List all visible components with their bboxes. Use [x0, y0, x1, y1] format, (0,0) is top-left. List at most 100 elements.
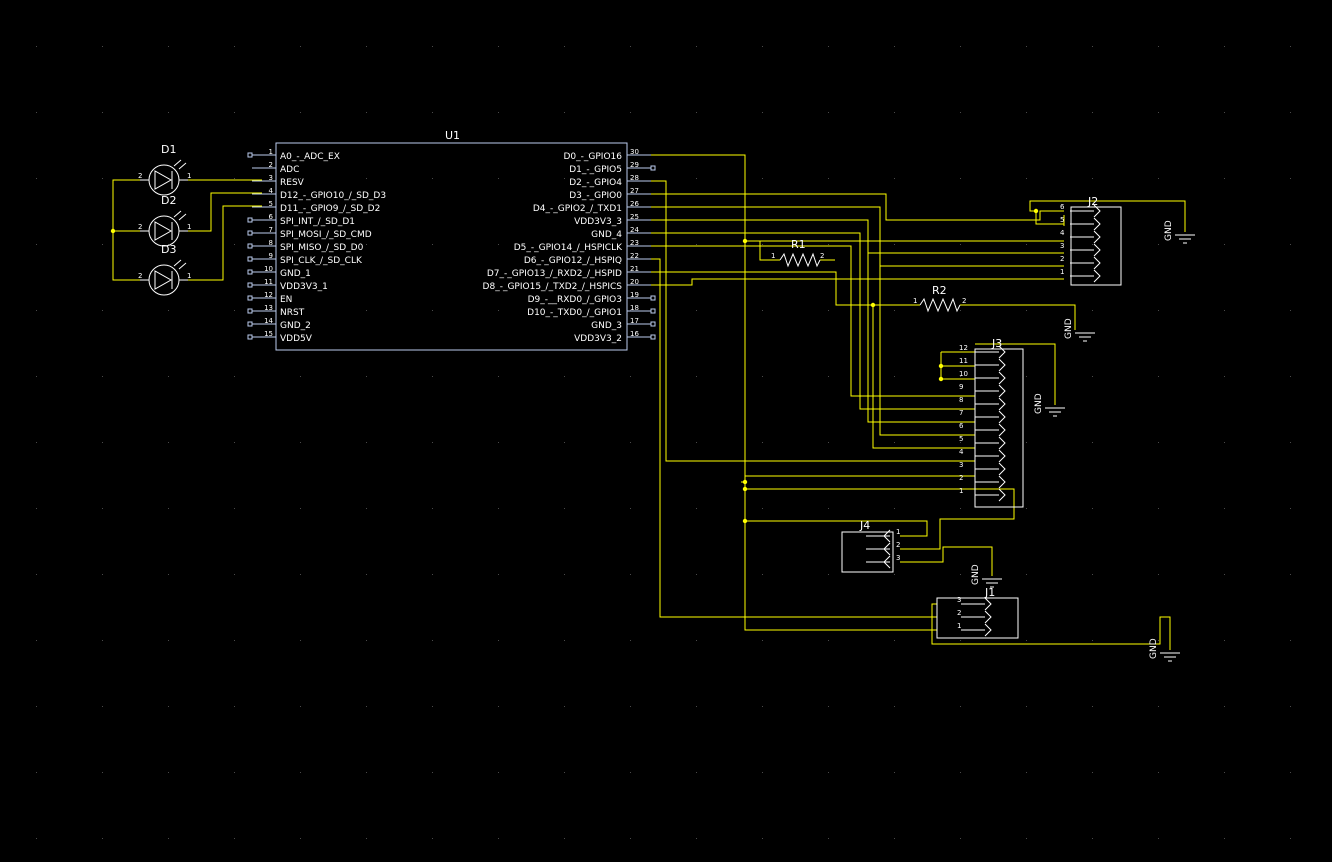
grid-dot	[366, 244, 367, 245]
u1-pin-17[interactable]: 17 GND_3	[591, 317, 656, 331]
wire-j4-pin2	[900, 488, 1015, 550]
u1-pin-29[interactable]: 29 D1_-_GPIO5	[569, 161, 656, 175]
connector-pin-1[interactable]: 1	[866, 528, 900, 543]
connector-pin-6[interactable]: 6	[1060, 203, 1101, 218]
grid-dot	[366, 772, 367, 773]
led-d3[interactable]: D3 2 1	[138, 243, 191, 296]
u1-left-pins: 1 A0_-_ADC_EX 2 ADC 3 RESV 4 D12_-_GPIO10_/_SD_…	[247, 148, 386, 344]
connector-pin-4[interactable]: 4	[1060, 229, 1101, 244]
wire-j1-pin3	[931, 603, 1171, 650]
u1-pin-28[interactable]: 28 D2_-_GPIO4	[569, 174, 651, 188]
u1-pin-3[interactable]: 3 RESV	[252, 174, 305, 188]
junction-dot	[110, 228, 116, 234]
pin-name: VDD3V3_2	[574, 334, 622, 344]
u1-pin-4[interactable]: 4 D12_-_GPIO10_/_SD_D3	[252, 187, 386, 201]
wire-pin28	[640, 180, 975, 462]
connector-pin-2[interactable]: 2	[1060, 255, 1101, 270]
u1-pin-16[interactable]: 16 VDD3V3_2	[574, 330, 656, 344]
led-d1[interactable]: D1 2 1	[138, 143, 191, 196]
led-d2[interactable]: D2 2 1	[138, 194, 191, 247]
connector-pin-6[interactable]: 6	[959, 422, 1006, 437]
j4-connector[interactable]: J4 1 2 3	[841, 519, 900, 573]
u1-pin-26[interactable]: 26 D4_-_GPIO2_/_TXD1	[533, 200, 651, 214]
grid-dot	[1224, 706, 1225, 707]
u1-pin-22[interactable]: 22 D6_-_GPIO12_/_HSPIQ	[524, 252, 651, 266]
connector-pin-11[interactable]: 11	[959, 357, 1006, 372]
u1-pin-8[interactable]: 8 SPI_MISO_/_SD_D0	[247, 239, 364, 253]
u1-pin-21[interactable]: 21 D7_-_GPIO13_/_RXD2_/_HSPID	[487, 265, 651, 279]
connector-pin-10[interactable]: 10	[959, 370, 1006, 385]
u1-pin-5[interactable]: 5 D11_-_GPIO9_/_SD_D2	[252, 200, 380, 214]
pin-number: 3	[957, 596, 961, 604]
u1-pin-10[interactable]: 10 GND_1	[247, 265, 311, 279]
connector-pin-2[interactable]: 2	[957, 609, 992, 624]
grid-dot	[366, 178, 367, 179]
connector-pin-1[interactable]: 1	[957, 622, 992, 637]
connector-pin-4[interactable]: 4	[959, 448, 1006, 463]
u1-pin-24[interactable]: 24 GND_4	[591, 226, 651, 240]
grid-dot	[168, 508, 169, 509]
grid-dot	[630, 112, 631, 113]
u1-pin-12[interactable]: 12 EN	[247, 291, 292, 305]
grid-dot	[168, 46, 169, 47]
connector-pin-2[interactable]: 2	[866, 541, 900, 556]
grid-dot	[1290, 442, 1291, 443]
u1-pin-15[interactable]: 15 VDD5V	[247, 330, 313, 344]
u1-pin-27[interactable]: 27 D3_-_GPIO0	[569, 187, 651, 201]
grid-dot	[36, 376, 37, 377]
grid-dot	[1092, 112, 1093, 113]
connector-pin-7[interactable]: 7	[959, 409, 1006, 424]
u1-pin-30[interactable]: 30 D0_-_GPIO16	[564, 148, 652, 162]
grid-dot	[1026, 376, 1027, 377]
pin-number: 9	[959, 383, 963, 391]
u1-pin-19[interactable]: 19 D9_-__RXD0_/_GPIO3	[528, 291, 656, 305]
pin-name: ADC	[280, 165, 299, 175]
u1-pin-14[interactable]: 14 GND_2	[247, 317, 311, 331]
u1-pin-23[interactable]: 23 D5_-_GPIO14_/_HSPICLK	[514, 239, 651, 253]
connector-pin-5[interactable]: 5	[1060, 216, 1101, 231]
connector-pin-3[interactable]: 3	[1060, 242, 1101, 257]
pin-name: SPI_CLK_/_SD_CLK	[280, 256, 363, 266]
led-body	[148, 215, 180, 247]
pin-name: D11_-_GPIO9_/_SD_D2	[280, 204, 380, 214]
grid-dot	[102, 310, 103, 311]
u1-pin-18[interactable]: 18 D10_-_TXD0_/_GPIO1	[527, 304, 656, 318]
u1-pin-11[interactable]: 11 VDD3V3_1	[247, 278, 328, 292]
schematic-canvas[interactable]: U1 1 A0_-_ADC_EX 2 ADC 3 RESV 4 D12_-_GPIO10_/_…	[0, 0, 1332, 862]
pin-name: EN	[280, 295, 292, 305]
r2-resistor[interactable]: R2 1 2	[913, 284, 966, 313]
grid-dot	[630, 442, 631, 443]
u1-pin-6[interactable]: 6 SPI_INT_/_SD_D1	[247, 213, 355, 227]
grid-dot	[36, 508, 37, 509]
j1-connector[interactable]: J1 3 2 1	[936, 586, 1019, 639]
grid-dot	[696, 112, 697, 113]
grid-dot	[234, 838, 235, 839]
u1-pin-1[interactable]: 1 A0_-_ADC_EX	[247, 148, 340, 162]
connector-pin-8[interactable]: 8	[959, 396, 1006, 411]
pin-number: 2	[896, 541, 900, 549]
pin-number: 5	[269, 200, 273, 208]
grid-dot	[762, 838, 763, 839]
u1-pin-20[interactable]: 20 D8_-_GPIO15_/_TXD2_/_HSPICS	[483, 278, 651, 292]
grid-dot	[1290, 178, 1291, 179]
wire-j2-top	[1029, 200, 1186, 232]
u1-ic[interactable]: U1 1 A0_-_ADC_EX 2 ADC 3 RESV 4 D12_-_GPIO10_/_…	[247, 129, 656, 351]
r1-resistor[interactable]: R1 1 2	[771, 238, 824, 268]
connector-pin-9[interactable]: 9	[959, 383, 1006, 398]
connector-pin-1[interactable]: 1	[1060, 268, 1101, 283]
u1-pin-25[interactable]: 25 VDD3V3_3	[574, 213, 651, 227]
r2-ref: R2	[932, 284, 947, 297]
grid-dot	[564, 46, 565, 47]
grid-dot	[762, 376, 763, 377]
u1-pin-7[interactable]: 7 SPI_MOSI_/_SD_CMD	[247, 226, 372, 240]
u1-pin-9[interactable]: 9 SPI_CLK_/_SD_CLK	[247, 252, 363, 266]
pin-number: 18	[630, 304, 639, 312]
connector-pin-5[interactable]: 5	[959, 435, 1006, 450]
connector-pin-3[interactable]: 3	[959, 461, 1006, 476]
grid-dot	[432, 244, 433, 245]
grid-dot	[564, 178, 565, 179]
connector-pin-3[interactable]: 3	[866, 554, 900, 569]
j2-connector[interactable]: J2 6 5 4 3 2 1	[1060, 195, 1122, 286]
grid-dot	[828, 640, 829, 641]
pin-nc-marker	[247, 334, 253, 340]
